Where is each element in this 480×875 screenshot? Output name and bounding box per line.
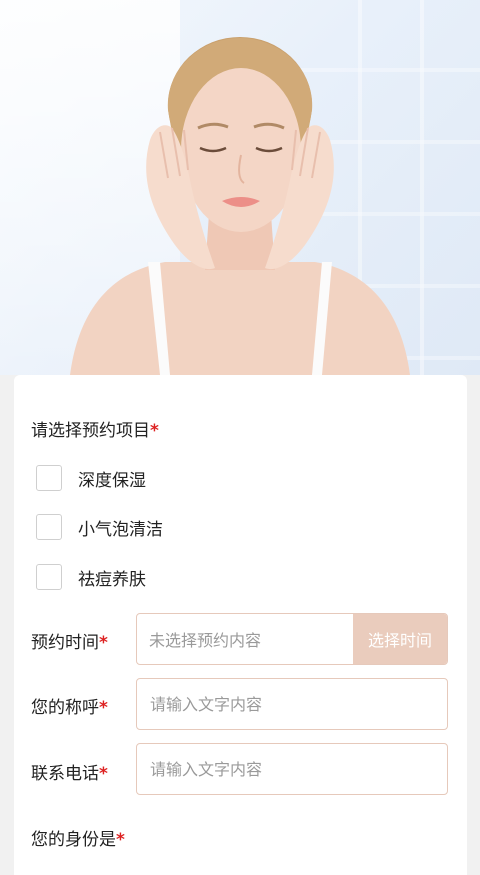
project-section-title: 请选择预约项目* bbox=[31, 416, 159, 441]
option-acne-care[interactable]: 祛痘养肤 bbox=[36, 562, 146, 592]
phone-field[interactable] bbox=[136, 743, 448, 795]
appointment-form: 请选择预约项目* 深度保湿 小气泡清洁 祛痘养肤 预约时间* 未选择预约内容 选… bbox=[14, 375, 467, 875]
phone-label-text: 联系电话 bbox=[31, 764, 99, 784]
hero-image bbox=[0, 0, 480, 375]
name-label: 您的称呼* bbox=[31, 693, 108, 718]
required-mark: * bbox=[99, 764, 108, 784]
name-field[interactable] bbox=[136, 678, 448, 730]
project-section-label: 请选择预约项目 bbox=[31, 421, 150, 441]
required-mark: * bbox=[150, 421, 159, 441]
checkbox[interactable] bbox=[36, 514, 62, 540]
option-label: 祛痘养肤 bbox=[78, 569, 146, 590]
required-mark: * bbox=[116, 830, 125, 850]
required-mark: * bbox=[99, 633, 108, 653]
option-label: 小气泡清洁 bbox=[78, 519, 163, 540]
identity-label-text: 您的身份是 bbox=[31, 830, 116, 850]
model-portrait bbox=[70, 37, 410, 375]
select-time-button[interactable]: 选择时间 bbox=[353, 614, 447, 664]
checkbox[interactable] bbox=[36, 564, 62, 590]
time-label: 预约时间* bbox=[31, 628, 108, 653]
name-label-text: 您的称呼 bbox=[31, 698, 99, 718]
time-field[interactable]: 未选择预约内容 选择时间 bbox=[136, 613, 448, 665]
option-deep-moisturizing[interactable]: 深度保湿 bbox=[36, 463, 146, 493]
checkbox[interactable] bbox=[36, 465, 62, 491]
required-mark: * bbox=[99, 698, 108, 718]
time-label-text: 预约时间 bbox=[31, 633, 99, 653]
phone-label: 联系电话* bbox=[31, 759, 108, 784]
phone-input[interactable] bbox=[137, 758, 447, 780]
option-small-bubble-cleansing[interactable]: 小气泡清洁 bbox=[36, 512, 163, 542]
time-value: 未选择预约内容 bbox=[149, 631, 262, 650]
name-input[interactable] bbox=[137, 693, 447, 715]
identity-label: 您的身份是* bbox=[31, 825, 125, 850]
option-label: 深度保湿 bbox=[78, 470, 146, 491]
